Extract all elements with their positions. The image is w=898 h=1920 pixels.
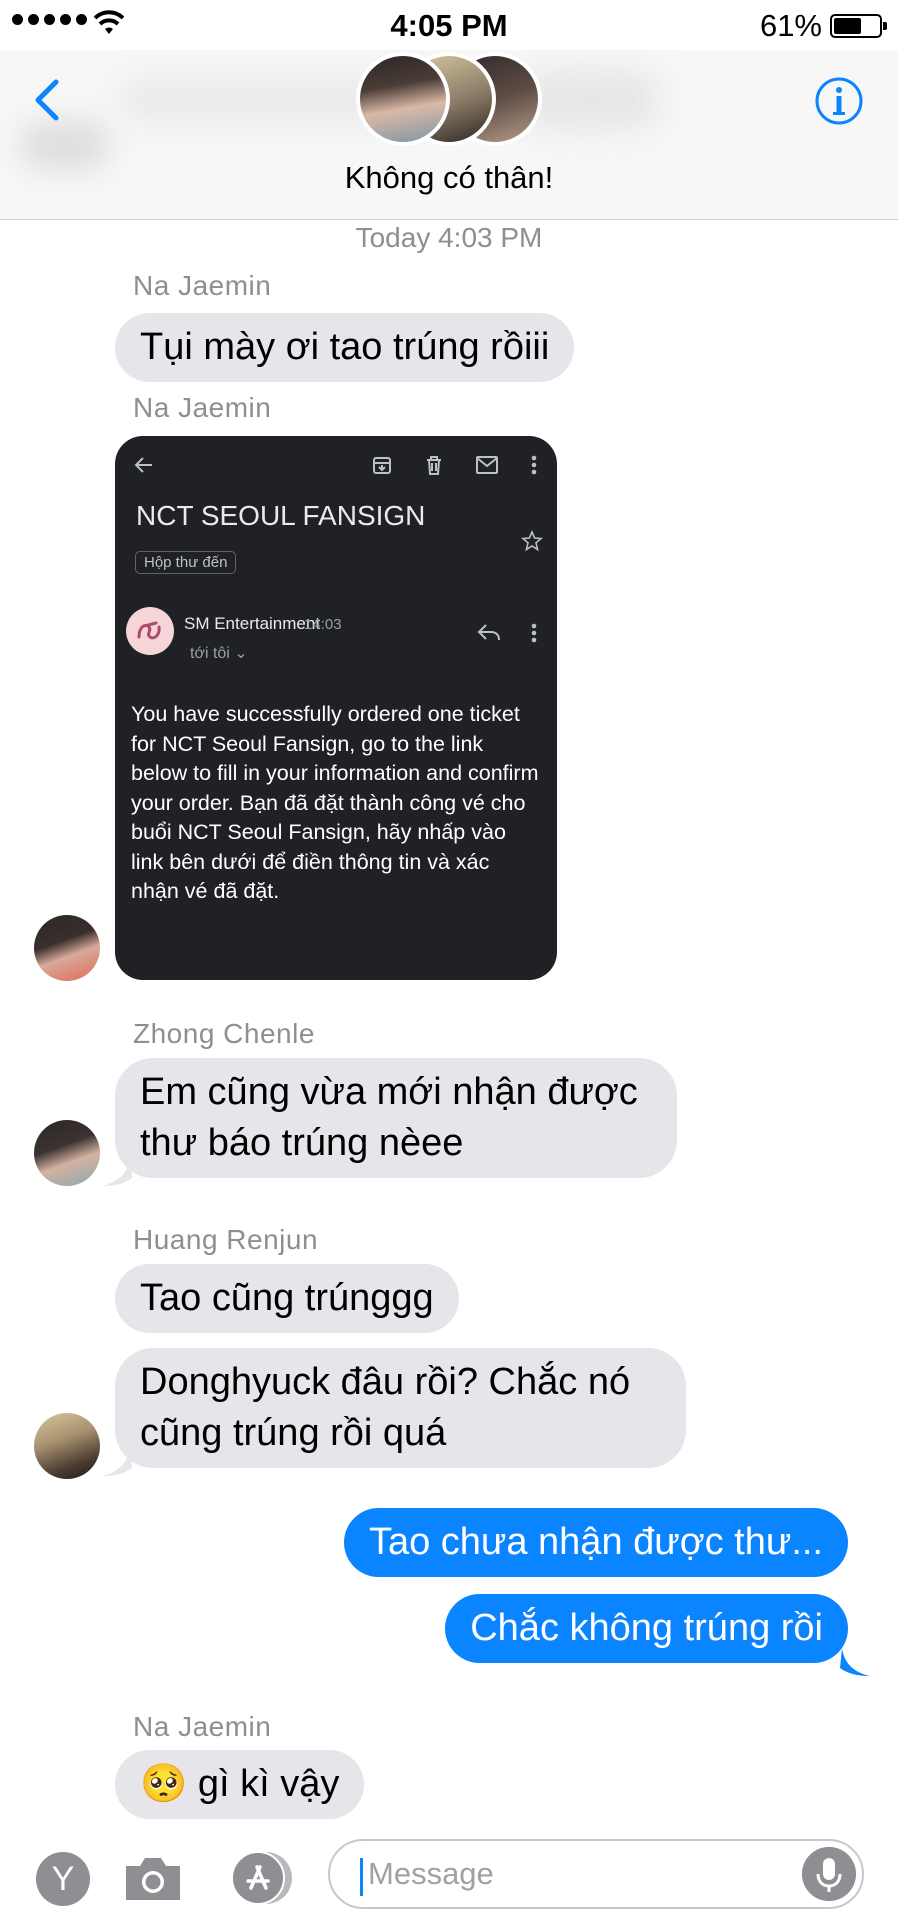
more-vert-icon <box>531 623 537 643</box>
sender-name: Huang Renjun <box>133 1224 319 1255</box>
email-body: You have successfully ordered one ticket… <box>131 702 539 903</box>
message-bubble-outgoing[interactable]: Tao chưa nhận được thư... <box>343 1508 848 1577</box>
sender-avatar[interactable] <box>34 1120 100 1186</box>
email-inbox-label: Hộp thư đến <box>135 551 237 574</box>
app-drawer-button[interactable]: Y <box>36 1852 90 1906</box>
bubble-tail <box>102 1448 132 1476</box>
bubble-tail <box>840 1648 870 1676</box>
sender-name: Na Jaemin <box>133 270 272 301</box>
camera-icon[interactable] <box>122 1854 184 1902</box>
conversation-header: Không có thân! <box>0 50 898 220</box>
sender-name: Na Jaemin <box>133 1711 272 1742</box>
microphone-icon[interactable] <box>802 1847 856 1901</box>
message-bubble[interactable]: Tụi mày ơi tao trúng rồiii <box>115 313 575 382</box>
info-icon[interactable] <box>814 76 864 126</box>
group-member-avatar <box>356 52 450 146</box>
email-sender: SM Entertainment <box>184 614 321 633</box>
sender-avatar[interactable] <box>34 1413 100 1479</box>
star-icon <box>521 530 543 552</box>
reply-icon <box>477 624 500 641</box>
message-input-bar: Y Message <box>0 1832 898 1920</box>
message-placeholder: Message <box>368 1856 494 1891</box>
battery-percentage: 61% <box>759 8 822 43</box>
sender-avatar[interactable] <box>34 915 100 981</box>
message-bubble[interactable]: Tao cũng trúnggg <box>115 1264 459 1333</box>
sender-name: Zhong Chenle <box>133 1018 315 1049</box>
sender-name: Na Jaemin <box>133 392 272 423</box>
email-subject: NCT SEOUL FANSIGN <box>136 500 426 531</box>
text-caret <box>360 1858 363 1896</box>
mail-icon <box>476 456 498 474</box>
more-vert-icon <box>531 455 537 475</box>
group-name[interactable]: Không có thân! <box>0 160 898 196</box>
email-recipient: tới tôi ⌄ <box>190 645 248 662</box>
email-screenshot-image[interactable]: NCT SEOUL FANSIGN Hộp thư đến SM Enterta… <box>115 436 557 980</box>
email-time: 14:03 <box>304 616 342 633</box>
arrow-back-icon <box>134 457 152 473</box>
pleading-face-emoji: 🥺 <box>140 1763 188 1805</box>
message-text: gì kì vậy <box>197 1763 340 1805</box>
conversation-timestamp: Today 4:03 PM <box>355 222 543 253</box>
bubble-tail <box>102 1158 132 1186</box>
app-store-icon[interactable] <box>222 1850 298 1906</box>
trash-icon <box>427 456 441 475</box>
group-avatar-stack[interactable] <box>356 52 542 148</box>
message-bubble[interactable]: Donghyuck đâu rồi? Chắc nó cũng trúng rồ… <box>115 1348 686 1468</box>
sm-logo-avatar <box>126 607 174 655</box>
message-bubble[interactable]: 🥺 gì kì vậy <box>115 1750 365 1819</box>
message-input[interactable]: Message <box>328 1839 864 1909</box>
status-bar: 4:05 PM 61% <box>0 0 898 50</box>
back-chevron-icon[interactable] <box>28 70 68 130</box>
message-bubble[interactable]: Em cũng vừa mới nhận được thư báo trúng … <box>115 1058 677 1178</box>
archive-icon <box>373 457 391 474</box>
battery-icon <box>830 14 887 38</box>
message-bubble-outgoing[interactable]: Chắc không trúng rồi <box>445 1594 848 1663</box>
